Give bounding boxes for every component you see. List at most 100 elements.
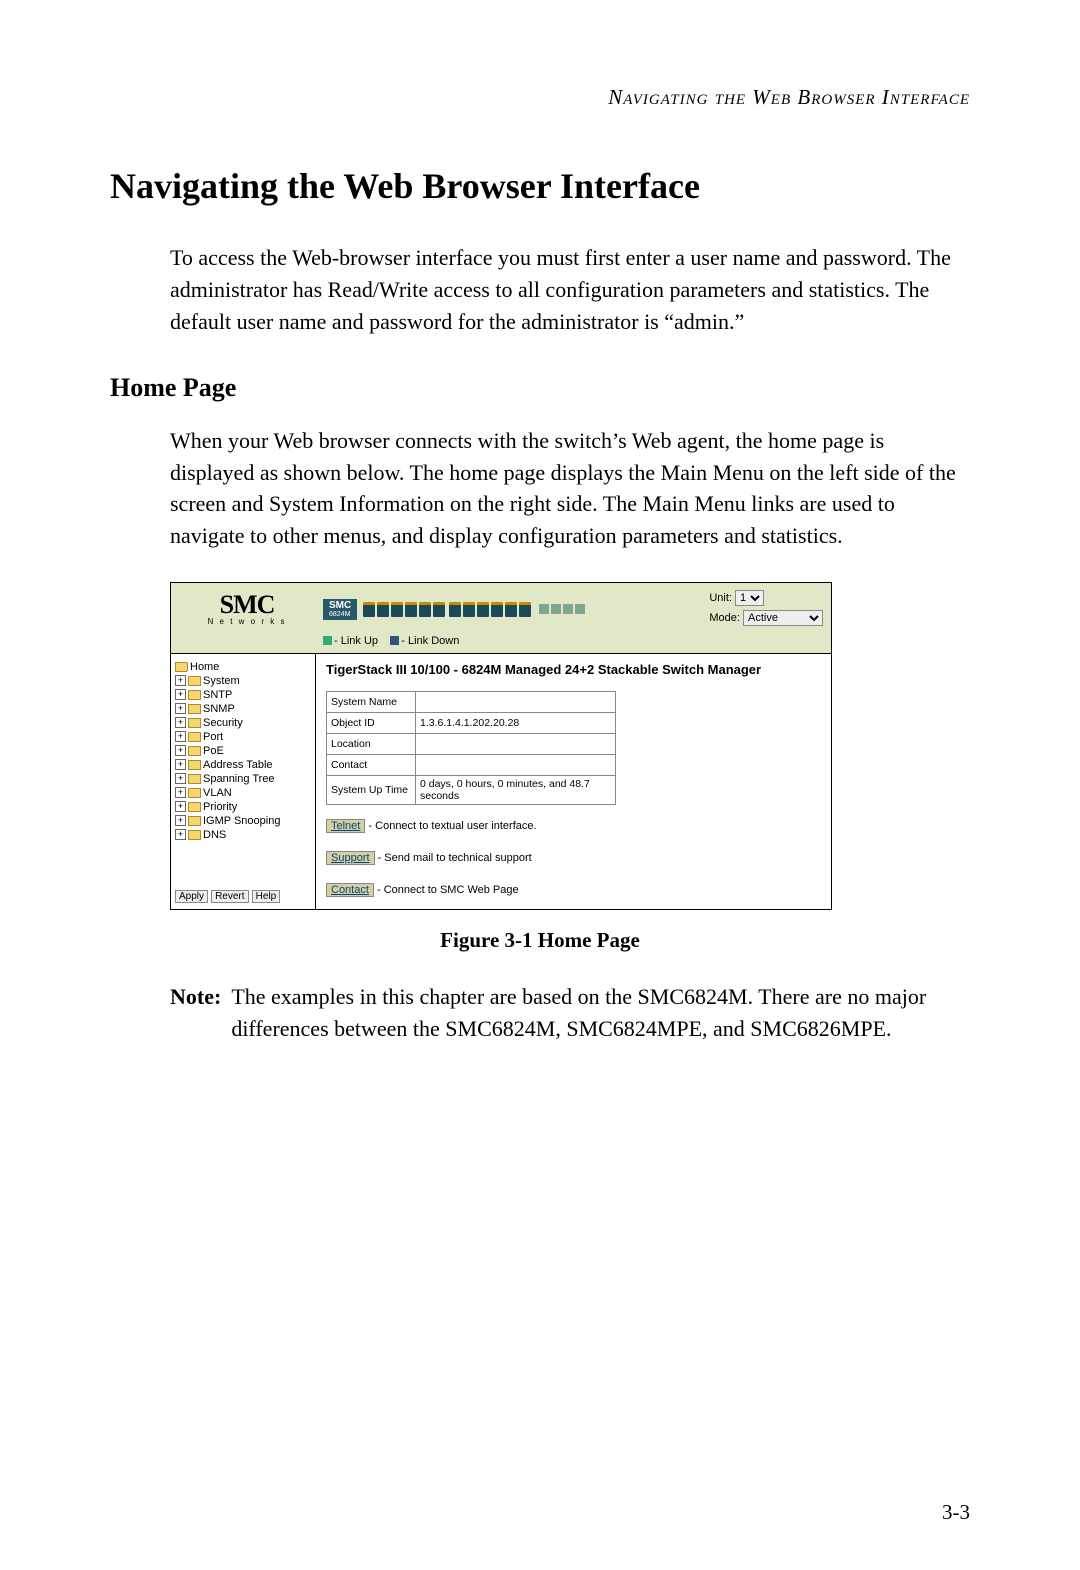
sys-row-label: Object ID (327, 712, 416, 733)
link-up-swatch (323, 636, 332, 645)
expand-icon[interactable]: + (175, 689, 186, 700)
link-desc: - Connect to SMC Web Page (374, 884, 519, 896)
expand-icon[interactable]: + (175, 759, 186, 770)
tree-item-label: VLAN (203, 787, 232, 799)
port-icon (491, 602, 503, 617)
tree-item-igmp-snooping[interactable]: + IGMP Snooping (175, 814, 311, 828)
table-row: Contact (327, 754, 616, 775)
folder-icon (188, 676, 201, 686)
folder-icon (188, 774, 201, 784)
sys-row-label: System Name (327, 691, 416, 712)
side-port-icon (551, 604, 561, 614)
tree-item-label: Priority (203, 801, 237, 813)
shot-main-panel: TigerStack III 10/100 - 6824M Managed 24… (316, 654, 831, 909)
link-desc: - Send mail to technical support (375, 852, 532, 864)
port-icon (363, 602, 375, 617)
link-row: Telnet - Connect to textual user interfa… (326, 819, 821, 837)
smc-logo-sub: N e t w o r k s (179, 617, 315, 626)
tree-item-priority[interactable]: + Priority (175, 800, 311, 814)
port-icon (433, 602, 445, 617)
note-text: The examples in this chapter are based o… (231, 981, 970, 1045)
tree-item-label: DNS (203, 829, 226, 841)
tree-item-vlan[interactable]: + VLAN (175, 786, 311, 800)
tree-item-label: Port (203, 731, 223, 743)
mini-logo-text: SMC (329, 600, 351, 611)
link-desc: - Connect to textual user interface. (365, 820, 536, 832)
port-icon (477, 602, 489, 617)
tree-item-snmp[interactable]: + SNMP (175, 702, 311, 716)
folder-icon (188, 760, 201, 770)
port-icon (505, 602, 517, 617)
tree-item-label: Spanning Tree (203, 773, 275, 785)
system-info-table: System NameObject ID1.3.6.1.4.1.202.20.2… (326, 691, 616, 805)
folder-icon (188, 830, 201, 840)
folder-icon (188, 802, 201, 812)
smc-logo: SMC (179, 593, 315, 616)
page-title: Navigating the Web Browser Interface (110, 165, 970, 207)
tree-item-label: IGMP Snooping (203, 815, 280, 827)
telnet-link[interactable]: Telnet (326, 819, 365, 833)
port-diagram (363, 602, 585, 617)
expand-icon[interactable]: + (175, 829, 186, 840)
shot-top-right: SMC 6824M (323, 583, 831, 653)
tree-item-label: SNMP (203, 703, 235, 715)
expand-icon[interactable]: + (175, 731, 186, 742)
expand-icon[interactable]: + (175, 717, 186, 728)
expand-icon[interactable]: + (175, 787, 186, 798)
apply-button[interactable]: Apply (175, 890, 208, 903)
side-port-icon (575, 604, 585, 614)
folder-icon (188, 690, 201, 700)
mode-select[interactable]: Active (743, 610, 823, 626)
link-row: Contact - Connect to SMC Web Page (326, 883, 821, 901)
sys-row-value (416, 733, 616, 754)
nav-tree: Home+System+SNTP+SNMP+Security+Port+PoE+… (171, 654, 316, 909)
intro-paragraph: To access the Web-browser interface you … (170, 242, 970, 338)
tree-item-spanning-tree[interactable]: + Spanning Tree (175, 772, 311, 786)
folder-icon (188, 718, 201, 728)
link-row: Support - Send mail to technical support (326, 851, 821, 869)
contact-link[interactable]: Contact (326, 883, 374, 897)
port-icon (391, 602, 403, 617)
unit-mode-block: Unit: 1 Mode: Active (709, 589, 823, 629)
port-icon (377, 602, 389, 617)
sys-row-value (416, 691, 616, 712)
tree-item-port[interactable]: + Port (175, 730, 311, 744)
expand-icon[interactable]: + (175, 773, 186, 784)
table-row: Object ID1.3.6.1.4.1.202.20.28 (327, 712, 616, 733)
tree-item-dns[interactable]: + DNS (175, 828, 311, 842)
folder-icon (188, 788, 201, 798)
subhead-home-page: Home Page (110, 373, 970, 403)
page-number: 3-3 (942, 1500, 970, 1525)
expand-icon[interactable]: + (175, 703, 186, 714)
tree-item-system[interactable]: +System (175, 674, 311, 688)
tree-item-address-table[interactable]: +Address Table (175, 758, 311, 772)
expand-icon[interactable]: + (175, 815, 186, 826)
shot-logo-cell: SMC N e t w o r k s (171, 583, 323, 653)
sys-row-label: Contact (327, 754, 416, 775)
folder-icon (188, 816, 201, 826)
revert-button[interactable]: Revert (211, 890, 248, 903)
tree-item-home[interactable]: Home (175, 660, 311, 674)
tree-item-label: SNTP (203, 689, 232, 701)
expand-icon[interactable]: + (175, 675, 186, 686)
home-folder-icon (175, 662, 188, 672)
sys-row-label: Location (327, 733, 416, 754)
port-icon (463, 602, 475, 617)
help-button[interactable]: Help (252, 890, 281, 903)
side-port-icon (539, 604, 549, 614)
side-port-icon (563, 604, 573, 614)
unit-select[interactable]: 1 (735, 590, 764, 606)
tree-item-sntp[interactable]: + SNTP (175, 688, 311, 702)
legend-up: - Link Up (334, 635, 378, 647)
support-link[interactable]: Support (326, 851, 375, 865)
shot-header: SMC N e t w o r k s SMC 6824M (171, 583, 831, 654)
expand-icon[interactable]: + (175, 801, 186, 812)
tree-item-poe[interactable]: +PoE (175, 744, 311, 758)
expand-icon[interactable]: + (175, 745, 186, 756)
port-icon (419, 602, 431, 617)
tree-item-security[interactable]: +Security (175, 716, 311, 730)
sys-row-value: 0 days, 0 hours, 0 minutes, and 48.7 sec… (416, 775, 616, 804)
running-head: Navigating the Web Browser Interface (110, 85, 970, 110)
table-row: System Name (327, 691, 616, 712)
table-row: Location (327, 733, 616, 754)
